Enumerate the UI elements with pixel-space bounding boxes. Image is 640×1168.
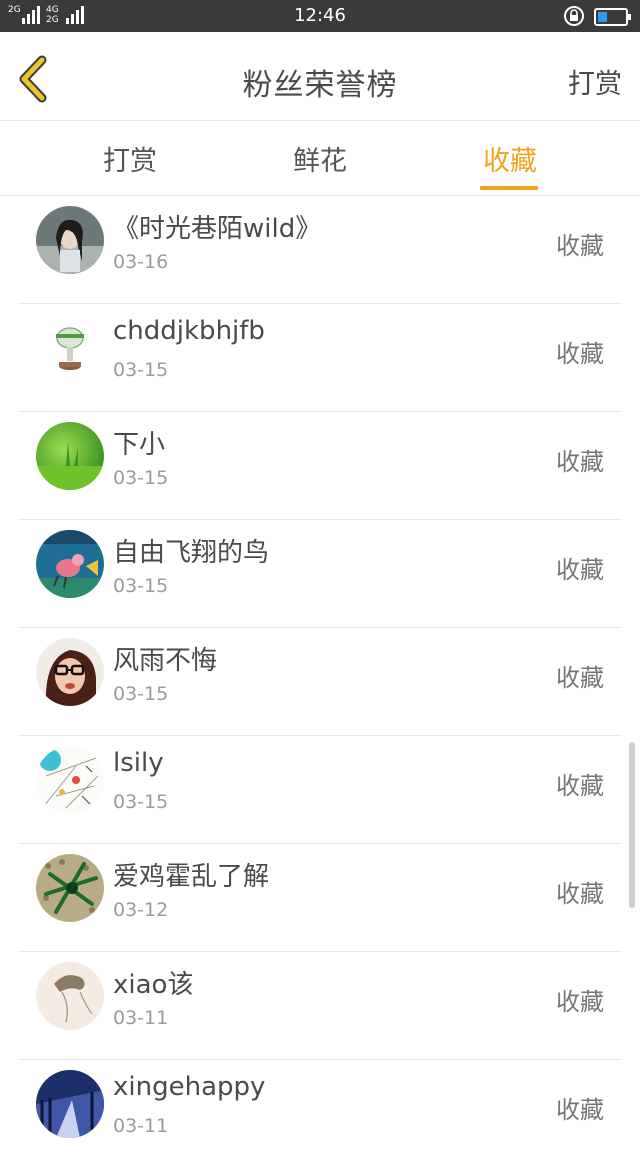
item-name: 自由飞翔的鸟 (113, 538, 270, 568)
reward-button[interactable]: 打赏 (568, 62, 622, 101)
rotation-lock-icon (564, 6, 584, 26)
battery-icon (594, 8, 631, 26)
girl-portrait-avatar (36, 206, 104, 274)
cartoon-bird-avatar (36, 530, 104, 598)
list-item[interactable]: 下小 03-15 收藏 (0, 412, 640, 520)
list-item[interactable]: lsily 03-15 收藏 (0, 736, 640, 844)
item-action-label: 收藏 (556, 988, 604, 1016)
page-title: 粉丝荣誉榜 (242, 68, 398, 103)
item-date: 03-15 (113, 575, 169, 597)
status-bar: 2G 4G 2G 12:46 (0, 0, 640, 32)
green-grass-avatar (36, 422, 104, 490)
item-action-label: 收藏 (556, 232, 604, 260)
trophy-cup-avatar (36, 314, 104, 382)
list-item[interactable]: 爱鸡霍乱了解 03-12 收藏 (0, 844, 640, 952)
scrollbar[interactable] (629, 742, 635, 908)
night-road-avatar (36, 1070, 104, 1138)
tab-favorites[interactable]: 收藏 (450, 139, 570, 178)
item-date: 03-15 (113, 359, 169, 381)
app-header: 粉丝荣誉榜 打赏 (0, 32, 640, 121)
list-item[interactable]: 风雨不悔 03-15 收藏 (0, 628, 640, 736)
list-item[interactable]: 自由飞翔的鸟 03-15 收藏 (0, 520, 640, 628)
ink-drawing-avatar (36, 962, 104, 1030)
item-action-label: 收藏 (556, 556, 604, 584)
item-date: 03-15 (113, 791, 169, 813)
item-name: xiao该 (113, 970, 194, 1000)
item-date: 03-15 (113, 467, 169, 489)
tab-flowers[interactable]: 鲜花 (260, 139, 380, 178)
item-name: 下小 (113, 430, 166, 460)
item-name: 《时光巷陌wild》 (113, 214, 322, 244)
tab-reward[interactable]: 打赏 (70, 139, 190, 178)
item-action-label: 收藏 (556, 880, 604, 908)
item-name: chddjkbhjfb (113, 316, 265, 346)
item-date: 03-16 (113, 251, 169, 273)
list-item[interactable]: xiao该 03-11 收藏 (0, 952, 640, 1060)
item-action-label: 收藏 (556, 664, 604, 692)
item-name: lsily (113, 748, 164, 778)
item-name: 爱鸡霍乱了解 (113, 862, 270, 892)
item-action-label: 收藏 (556, 448, 604, 476)
item-date: 03-11 (113, 1115, 169, 1137)
list-item[interactable]: 《时光巷陌wild》 03-16 收藏 (0, 196, 640, 304)
green-ornament-avatar (36, 854, 104, 922)
clock: 12:46 (294, 5, 346, 26)
item-action-label: 收藏 (556, 772, 604, 800)
item-name: xingehappy (113, 1072, 266, 1102)
item-action-label: 收藏 (556, 1096, 604, 1124)
list-item[interactable]: xingehappy 03-11 收藏 (0, 1060, 640, 1168)
active-tab-indicator (480, 186, 538, 190)
item-name: 风雨不悔 (113, 646, 218, 676)
item-action-label: 收藏 (556, 340, 604, 368)
item-date: 03-12 (113, 899, 169, 921)
list-item[interactable]: chddjkbhjfb 03-15 收藏 (0, 304, 640, 412)
glasses-girl-avatar (36, 638, 104, 706)
tab-bar: 打赏 鲜花 收藏 (0, 121, 640, 196)
item-date: 03-11 (113, 1007, 169, 1029)
item-date: 03-15 (113, 683, 169, 705)
sketch-avatar (36, 746, 104, 814)
